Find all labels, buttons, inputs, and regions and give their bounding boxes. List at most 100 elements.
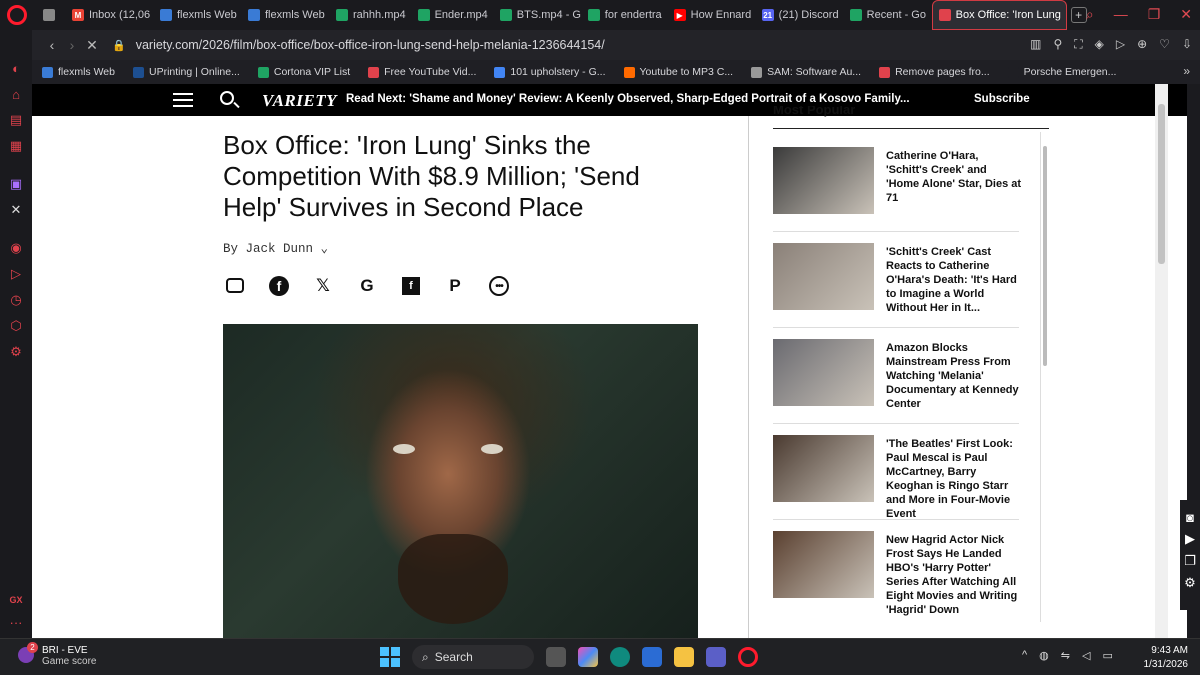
bookmark-item[interactable]: 101 upholstery - G... [494, 66, 606, 78]
battery-icon[interactable]: ▭ [1102, 649, 1112, 662]
x-twitter-icon[interactable]: ✕ [8, 202, 24, 218]
popular-story[interactable]: 'Schitt's Creek' Cast Reacts to Catherin… [773, 243, 1019, 339]
more-share-icon[interactable]: ••• [489, 276, 509, 296]
bookmark-item[interactable]: Porsche Emergen... [1007, 66, 1116, 78]
twitch-icon[interactable]: ▣ [8, 176, 24, 192]
bookmark-item[interactable]: Cortona VIP List [257, 66, 350, 78]
split-view-icon[interactable]: ▥ [1030, 37, 1041, 52]
back-button[interactable]: ‹ [42, 37, 62, 53]
tray-chevron-icon[interactable]: ^ [1022, 649, 1027, 662]
opera-menu-icon[interactable] [7, 5, 27, 25]
author-byline[interactable]: By Jack Dunn ⌄ [223, 240, 328, 256]
menu-icon[interactable] [173, 93, 193, 107]
new-tab-button[interactable]: + [1070, 7, 1087, 23]
bookmark-item[interactable]: Remove pages fro... [879, 66, 990, 78]
page-scrollbar[interactable] [1155, 84, 1168, 638]
x-share-icon[interactable]: 𝕏 [311, 274, 335, 298]
task-view-icon[interactable] [546, 647, 566, 667]
restore-button[interactable]: ❐ [1148, 6, 1161, 23]
flipboard-icon[interactable]: f [402, 277, 420, 295]
send-icon[interactable]: ▷ [8, 266, 24, 282]
browser-tab[interactable]: 21 (21) Discord [756, 0, 844, 30]
bookmarks-overflow-icon[interactable]: » [1183, 64, 1190, 78]
bookmark-item[interactable]: Free YouTube Vid... [368, 66, 476, 78]
browser-tab[interactable]: Ender.mp4 [412, 0, 494, 30]
pin-icon[interactable]: ⚲ [1053, 37, 1062, 52]
url-field[interactable]: variety.com/2026/film/box-office/box-off… [136, 38, 605, 52]
variety-logo[interactable]: VARIETY [262, 91, 337, 111]
popular-story[interactable]: 'The Beatles' First Look: Paul Mescal is… [773, 435, 1019, 531]
facebook-icon[interactable]: f [269, 276, 289, 296]
start-button[interactable] [380, 647, 400, 667]
download-icon[interactable]: ⇩ [1182, 37, 1192, 52]
sidebar-more-icon[interactable]: ··· [8, 614, 24, 630]
story-title[interactable]: 'The Beatles' First Look: Paul Mescal is… [886, 437, 1022, 521]
gx-label[interactable]: GX [8, 592, 24, 608]
widgets-button[interactable]: 2 BRI - EVE Game score [18, 642, 96, 667]
minimize-button[interactable]: — [1114, 6, 1128, 23]
video-icon[interactable]: ▶ [1185, 531, 1195, 547]
snapshot-icon[interactable]: ⛶ [1074, 37, 1082, 52]
browser-tab[interactable]: M Inbox (12,06 [66, 0, 154, 30]
store-icon[interactable] [642, 647, 662, 667]
extensions-icon[interactable]: ⬡ [8, 318, 24, 334]
history-icon[interactable]: ◷ [8, 292, 24, 308]
edge-icon[interactable] [610, 647, 630, 667]
settings-gear-icon[interactable]: ⚙ [8, 344, 24, 360]
story-title[interactable]: Amazon Blocks Mainstream Press From Watc… [886, 341, 1022, 411]
story-title[interactable]: 'Schitt's Creek' Cast Reacts to Catherin… [886, 245, 1022, 315]
popular-story[interactable]: Amazon Blocks Mainstream Press From Watc… [773, 339, 1019, 435]
lock-icon[interactable]: 🔒 [112, 39, 126, 52]
browser-tab[interactable]: ▶ How Ennard [668, 0, 756, 30]
popular-story[interactable]: Catherine O'Hara, 'Schitt's Creek' and '… [773, 147, 1022, 243]
bookmark-item[interactable]: UPrinting | Online... [133, 66, 240, 78]
clock[interactable]: 9:43 AM 1/31/2026 [1130, 644, 1189, 672]
browser-tab[interactable]: flexmls Web [242, 0, 330, 30]
story-thumbnail[interactable] [773, 339, 874, 406]
browser-tab[interactable]: rahhh.mp4 [330, 0, 412, 30]
window-icon[interactable]: ❐ [1184, 553, 1196, 569]
browser-tab[interactable]: Recent - Go [844, 0, 932, 30]
rail-scrollbar[interactable] [1040, 132, 1048, 622]
story-thumbnail[interactable] [773, 243, 874, 310]
teams-icon[interactable] [706, 647, 726, 667]
workspace-tab[interactable] [37, 0, 66, 30]
comment-icon[interactable] [226, 278, 244, 293]
file-explorer-icon[interactable] [674, 647, 694, 667]
search-icon[interactable] [220, 91, 234, 105]
story-thumbnail[interactable] [773, 147, 874, 214]
speed-dial-icon[interactable]: ◐ [8, 60, 24, 76]
browser-tab[interactable]: Box Office: 'Iron Lung [931, 0, 1067, 30]
read-next-link[interactable]: Read Next: 'Shame and Money' Review: A K… [346, 93, 910, 105]
taskbar-search[interactable]: ⌕ Search [412, 645, 534, 669]
bookmark-item[interactable]: flexmls Web [42, 66, 115, 78]
volume-icon[interactable]: ◁ [1082, 649, 1090, 662]
music-player-icon[interactable]: ◉ [8, 240, 24, 256]
bookmark-heart-icon[interactable]: ♡ [1159, 37, 1170, 52]
messenger-icon[interactable]: ▦ [8, 138, 24, 154]
wallet-icon[interactable]: ⊕ [1137, 37, 1147, 52]
bookmark-item[interactable]: Youtube to MP3 C... [623, 66, 733, 78]
player-icon[interactable]: ▷ [1116, 37, 1125, 52]
browser-tab[interactable]: BTS.mp4 - G [494, 0, 582, 30]
browser-tab[interactable]: flexmls Web [154, 0, 242, 30]
camera-icon[interactable]: ◙ [1186, 510, 1194, 525]
settings-icon[interactable]: ⚙ [1184, 575, 1196, 591]
tray-app-icon[interactable]: ◍ [1039, 649, 1049, 662]
gx-mods-icon[interactable]: ▤ [8, 112, 24, 128]
popular-story[interactable]: New Hagrid Actor Nick Frost Says He Land… [773, 531, 1019, 627]
forward-button[interactable]: › [62, 37, 82, 53]
browser-tab[interactable]: for endertra [582, 0, 668, 30]
story-title[interactable]: Catherine O'Hara, 'Schitt's Creek' and '… [886, 149, 1022, 205]
pinterest-icon[interactable]: P [443, 274, 467, 298]
stop-loading-button[interactable]: ✕ [82, 37, 102, 54]
story-thumbnail[interactable] [773, 531, 874, 598]
network-icon[interactable]: ⇋ [1061, 649, 1070, 662]
story-title[interactable]: New Hagrid Actor Nick Frost Says He Land… [886, 533, 1022, 617]
search-tabs-icon[interactable]: ⌕ [1086, 6, 1094, 23]
story-thumbnail[interactable] [773, 435, 874, 502]
bookmark-item[interactable]: SAM: Software Au... [751, 66, 861, 78]
copilot-icon[interactable] [578, 647, 598, 667]
gx-corner-icon[interactable]: ⌂ [8, 86, 24, 102]
opera-gx-icon[interactable] [738, 647, 758, 667]
